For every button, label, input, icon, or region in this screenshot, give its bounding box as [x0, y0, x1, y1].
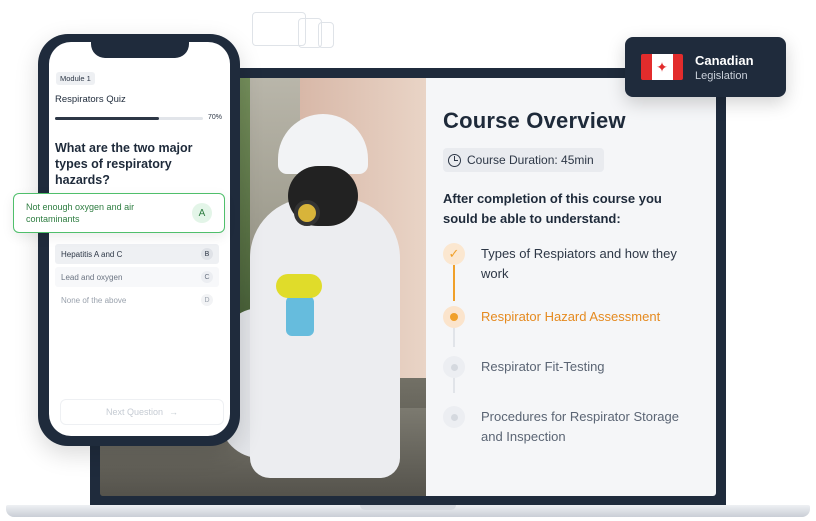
module-tag: Module 1: [56, 72, 95, 85]
badge-title: Canadian: [695, 52, 754, 68]
pending-step-icon: [443, 406, 465, 428]
step-item[interactable]: ✓ Types of Respiators and how they work: [443, 243, 700, 307]
option-text: Lead and oxygen: [61, 272, 123, 282]
badge-subtitle: Legislation: [695, 69, 748, 82]
check-icon: ✓: [443, 243, 465, 265]
step-label: Respirator Fit-Testing: [481, 359, 605, 374]
clock-icon: [448, 153, 461, 167]
laptop-notch: [360, 505, 456, 510]
quiz-progress-label: 70%: [208, 114, 223, 121]
option-text: None of the above: [61, 295, 127, 305]
canada-flag-icon: ✦: [641, 54, 683, 80]
course-intro: After completion of this course you soul…: [443, 191, 662, 226]
current-step-icon: [443, 306, 465, 328]
quiz-question: What are the two major types of respirat…: [55, 141, 193, 187]
step-item[interactable]: Respirator Hazard Assessment: [443, 306, 700, 357]
pending-step-icon: [443, 356, 465, 378]
legislation-badge: ✦ Canadian Legislation: [625, 37, 786, 97]
step-label: Procedures for Respirator Storage and In…: [481, 409, 679, 444]
course-overview-panel: Course Overview Course Duration: 45min A…: [426, 78, 716, 496]
quiz-progress-bar: [55, 117, 203, 120]
selected-answer-text: Not enough oxygen and air contaminants: [26, 202, 135, 224]
answer-option[interactable]: None of the above D: [55, 290, 219, 310]
option-text: Hepatitis A and C: [61, 249, 123, 259]
duration-text: Course Duration: 45min: [467, 153, 594, 167]
option-key: B: [201, 248, 213, 260]
step-label: Types of Respiators and how they work: [481, 246, 677, 281]
course-steps: ✓ Types of Respiators and how they work …: [443, 243, 700, 451]
quiz-title: Respirators Quiz: [55, 94, 126, 105]
next-question-label: Next Question: [105, 407, 164, 417]
selected-answer-card[interactable]: Not enough oxygen and air contaminants A: [13, 193, 225, 233]
duration-chip: Course Duration: 45min: [443, 148, 604, 172]
selected-answer-key: A: [192, 203, 212, 223]
option-key: D: [201, 294, 213, 306]
step-item[interactable]: Procedures for Respirator Storage and In…: [443, 406, 700, 451]
course-title: Course Overview: [443, 108, 626, 133]
option-key: C: [201, 271, 213, 283]
ghost-phone-icon: [318, 22, 334, 48]
answer-option[interactable]: Lead and oxygen C: [55, 267, 219, 287]
next-question-button[interactable]: Next Question →: [60, 399, 224, 425]
arrow-right-icon: →: [169, 407, 179, 417]
step-label: Respirator Hazard Assessment: [481, 309, 661, 324]
phone-notch: [91, 40, 189, 58]
step-item[interactable]: Respirator Fit-Testing: [443, 356, 700, 407]
answer-option[interactable]: Hepatitis A and C B: [55, 244, 219, 264]
